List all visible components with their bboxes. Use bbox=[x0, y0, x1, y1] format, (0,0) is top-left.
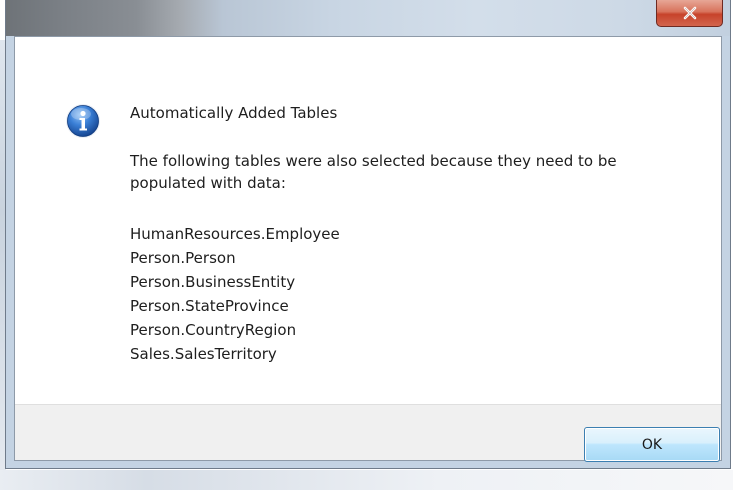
table-list: HumanResources.Employee Person.Person Pe… bbox=[130, 222, 340, 366]
title-bar[interactable] bbox=[6, 0, 730, 36]
message-dialog: Automatically Added Tables The following… bbox=[5, 0, 731, 469]
list-item: Person.CountryRegion bbox=[130, 321, 297, 339]
information-icon bbox=[66, 104, 100, 138]
list-item: Person.Person bbox=[130, 249, 236, 267]
list-item: Person.StateProvince bbox=[130, 297, 289, 315]
close-button[interactable] bbox=[656, 0, 723, 27]
background-window-bottom bbox=[0, 470, 733, 490]
button-bar: OK bbox=[15, 404, 721, 462]
list-item: HumanResources.Employee bbox=[130, 225, 340, 243]
message-text: The following tables were also selected … bbox=[130, 152, 617, 192]
close-icon bbox=[683, 6, 696, 20]
dialog-client-area: Automatically Added Tables The following… bbox=[14, 36, 722, 462]
content-area: Automatically Added Tables The following… bbox=[15, 37, 721, 404]
main-instruction: Automatically Added Tables bbox=[130, 104, 338, 122]
list-item: Person.BusinessEntity bbox=[130, 273, 296, 291]
ok-button[interactable]: OK bbox=[584, 427, 720, 462]
list-item: Sales.SalesTerritory bbox=[130, 345, 277, 363]
desktop: Automatically Added Tables The following… bbox=[0, 0, 733, 490]
